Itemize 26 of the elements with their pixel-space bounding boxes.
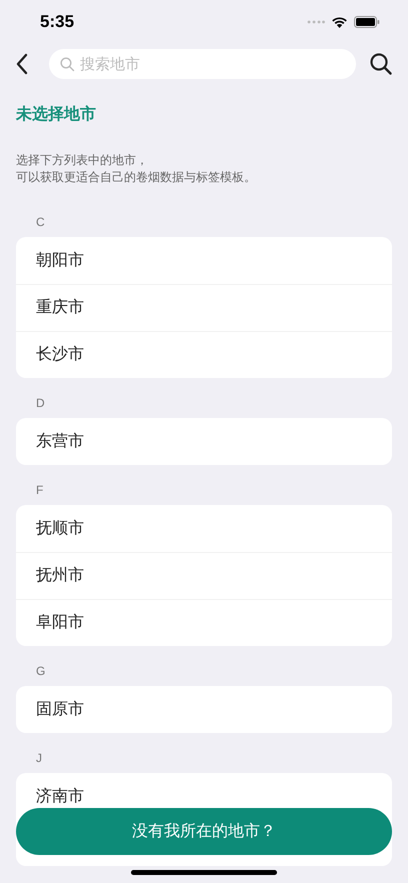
city-item[interactable]: 济南市 — [36, 784, 84, 808]
section-letter: F — [36, 482, 44, 499]
search-field[interactable]: 搜索地市 — [49, 49, 356, 79]
city-item[interactable]: 抚州市 — [36, 564, 84, 588]
city-item[interactable]: 重庆市 — [36, 296, 84, 320]
battery-icon — [354, 16, 380, 28]
section-letter: C — [36, 214, 45, 231]
city-item[interactable]: 长沙市 — [36, 343, 84, 367]
description-text: 选择下方列表中的地市， — [16, 152, 149, 169]
missing-city-button[interactable]: 没有我所在的地市？ — [16, 808, 392, 855]
city-item[interactable]: 朝阳市 — [36, 248, 84, 272]
section-letter: D — [36, 395, 45, 412]
section-letter: J — [36, 750, 42, 767]
search-icon — [369, 52, 393, 76]
city-item[interactable]: 阜阳市 — [36, 611, 84, 635]
search-icon — [60, 56, 75, 72]
page-title: 未选择地市 — [16, 104, 96, 125]
back-icon — [15, 53, 29, 75]
city-item[interactable]: 抚顺市 — [36, 516, 84, 540]
section-letter: G — [36, 663, 46, 680]
status-time: 5:35 — [40, 11, 74, 34]
signal-icon — [307, 20, 325, 24]
description-text: 可以获取更适合自己的卷烟数据与标签模板。 — [16, 169, 257, 186]
city-item[interactable]: 东营市 — [36, 430, 84, 454]
city-item[interactable]: 固原市 — [36, 698, 84, 722]
wifi-icon — [331, 16, 348, 28]
